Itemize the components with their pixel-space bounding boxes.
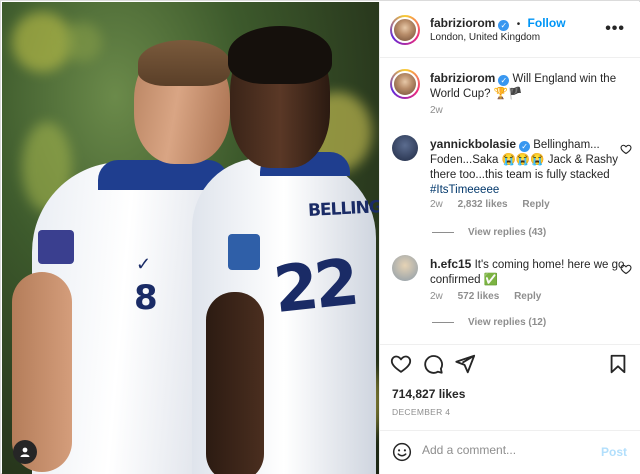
bookmark-icon[interactable]: [607, 353, 629, 375]
comment-hashtag[interactable]: #ItsTimeeeee: [430, 184, 499, 196]
comment-icon[interactable]: [422, 353, 444, 375]
more-options-icon[interactable]: •••: [605, 20, 625, 38]
verified-icon: ✓: [498, 20, 510, 31]
likes-count[interactable]: 714,827 likes: [392, 387, 465, 401]
world-cup-badge: [228, 234, 260, 270]
heart-icon[interactable]: [390, 353, 412, 375]
emoji-icon[interactable]: [392, 442, 412, 462]
left-player-number: 8: [134, 278, 158, 318]
world-cup-badge: [38, 230, 74, 264]
comment-time[interactable]: 2w: [430, 199, 443, 210]
divider-line: [432, 232, 454, 233]
comments-list[interactable]: fabriziorom ✓ Will England win the World …: [380, 59, 640, 344]
caption-meta: 2w: [430, 105, 455, 116]
user-icon: [20, 447, 30, 457]
post-header: fabriziorom ✓ • Follow London, United Kin…: [380, 2, 640, 58]
like-comment-icon[interactable]: [620, 263, 632, 275]
author-avatar[interactable]: [390, 15, 420, 45]
separator-dot: •: [516, 19, 521, 30]
view-replies-label: View replies (43): [468, 227, 547, 238]
post-actions: 714,827 likes DECEMBER 4: [380, 344, 640, 430]
post-photo[interactable]: ✓ 8 BELLINGHAM 22: [2, 2, 379, 474]
caption-row: fabriziorom ✓ Will England win the World …: [390, 69, 632, 119]
post-side-panel: fabriziorom ✓ • Follow London, United Kin…: [379, 2, 640, 474]
author-line: fabriziorom ✓ • Follow: [430, 16, 566, 31]
comment-time[interactable]: 2w: [430, 291, 443, 302]
view-replies-button[interactable]: View replies (12): [432, 317, 546, 328]
right-player-hair: [228, 26, 332, 84]
tagged-users-button[interactable]: [13, 440, 37, 464]
commenter-avatar[interactable]: [392, 135, 418, 161]
view-replies-button[interactable]: View replies (43): [432, 227, 546, 238]
author-username[interactable]: fabriziorom: [430, 16, 495, 30]
verified-icon: ✓: [519, 141, 531, 152]
comment-row: h.efc15 It's coming home! here we go con…: [392, 255, 632, 344]
caption-username[interactable]: fabriziorom: [430, 71, 495, 85]
reply-button[interactable]: Reply: [514, 291, 541, 302]
comment-meta: 2w 572 likes Reply: [430, 291, 553, 302]
caption-text: fabriziorom ✓ Will England win the World …: [430, 71, 625, 102]
like-comment-icon[interactable]: [620, 143, 632, 155]
comment-text: h.efc15 It's coming home! here we go con…: [430, 257, 625, 288]
comment-text: yannickbolasie ✓ Bellingham... Foden...Sa…: [430, 137, 625, 198]
post-modal: ✓ 8 BELLINGHAM 22 fabriziorom ✓ • Follow…: [0, 0, 640, 474]
commenter-avatar[interactable]: [392, 255, 418, 281]
add-comment-input[interactable]: [422, 443, 592, 457]
post-location[interactable]: London, United Kingdom: [430, 32, 540, 43]
add-comment-bar: Post: [380, 430, 640, 474]
comment-row: yannickbolasie ✓ Bellingham... Foden...Sa…: [392, 135, 632, 245]
right-player-number: 22: [270, 245, 359, 329]
post-comment-button[interactable]: Post: [601, 445, 627, 459]
reply-button[interactable]: Reply: [522, 199, 549, 210]
author-avatar[interactable]: [390, 69, 420, 99]
post-date[interactable]: DECEMBER 4: [392, 407, 450, 417]
caption-time[interactable]: 2w: [430, 105, 443, 116]
swoosh-icon: ✓: [136, 254, 152, 274]
follow-button[interactable]: Follow: [528, 16, 566, 30]
comment-username[interactable]: h.efc15: [430, 257, 471, 271]
right-player-arm: [206, 292, 264, 474]
divider-line: [432, 322, 454, 323]
left-player-hair: [138, 40, 230, 86]
verified-icon: ✓: [498, 75, 510, 86]
share-icon[interactable]: [454, 353, 476, 375]
comment-likes[interactable]: 2,832 likes: [458, 199, 508, 210]
comment-likes[interactable]: 572 likes: [458, 291, 500, 302]
comment-meta: 2w 2,832 likes Reply: [430, 199, 562, 210]
background-bokeh: [62, 22, 102, 62]
comment-username[interactable]: yannickbolasie: [430, 137, 516, 151]
view-replies-label: View replies (12): [468, 317, 547, 328]
